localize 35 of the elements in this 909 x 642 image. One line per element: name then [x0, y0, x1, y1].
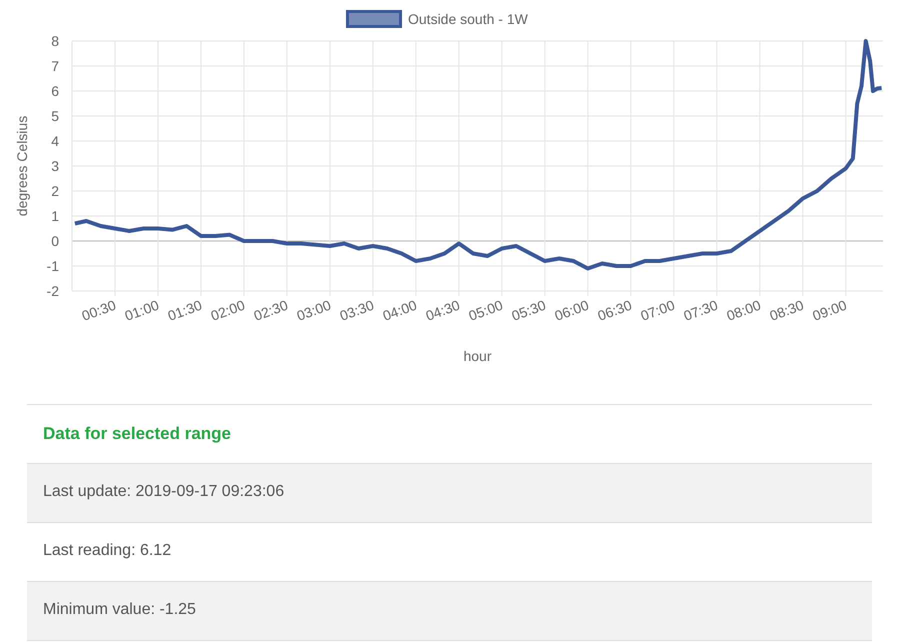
y-tick-label: 2	[51, 183, 59, 199]
x-tick-label: 07:30	[681, 296, 720, 324]
y-tick-label: 8	[51, 33, 59, 49]
y-tick-label: 7	[51, 58, 59, 74]
x-tick-label: 02:00	[208, 296, 247, 324]
y-tick-label: -1	[46, 258, 59, 274]
x-tick-label: 08:00	[724, 296, 763, 324]
x-tick-label: 03:30	[338, 296, 376, 324]
x-tick-label: 06:00	[552, 296, 591, 324]
y-tick-label: 3	[51, 158, 59, 174]
y-tick-label: 6	[51, 83, 59, 99]
y-tick-label: 0	[51, 233, 59, 249]
x-tick-label: 01:00	[122, 296, 161, 324]
x-axis-title: hour	[463, 348, 492, 364]
x-tick-label: 04:30	[424, 296, 462, 324]
x-tick-label: 06:30	[595, 296, 634, 324]
x-tick-label: 05:00	[466, 296, 505, 324]
legend-swatch[interactable]	[346, 10, 402, 28]
x-tick-label: 02:30	[252, 296, 290, 324]
y-tick-label: -2	[46, 283, 59, 299]
y-axis-title: degrees Celsius	[14, 116, 30, 216]
x-tick-label: 05:30	[509, 296, 548, 324]
y-tick-label: 5	[51, 108, 59, 124]
x-tick-label: 09:00	[810, 296, 849, 324]
x-tick-label: 08:30	[767, 296, 806, 324]
legend-label[interactable]: Outside south - 1W	[408, 11, 528, 27]
x-tick-label: 07:00	[638, 296, 677, 324]
data-row: Minimum value: -1.25	[27, 582, 872, 641]
x-tick-label: 00:30	[80, 296, 118, 324]
y-tick-label: 4	[51, 133, 59, 149]
data-row: Last update: 2019-09-17 09:23:06	[27, 464, 872, 523]
x-tick-label: 03:00	[294, 296, 333, 324]
y-tick-label: 1	[51, 208, 59, 224]
x-tick-label: 04:00	[380, 296, 419, 324]
x-tick-label: 01:30	[166, 296, 204, 324]
